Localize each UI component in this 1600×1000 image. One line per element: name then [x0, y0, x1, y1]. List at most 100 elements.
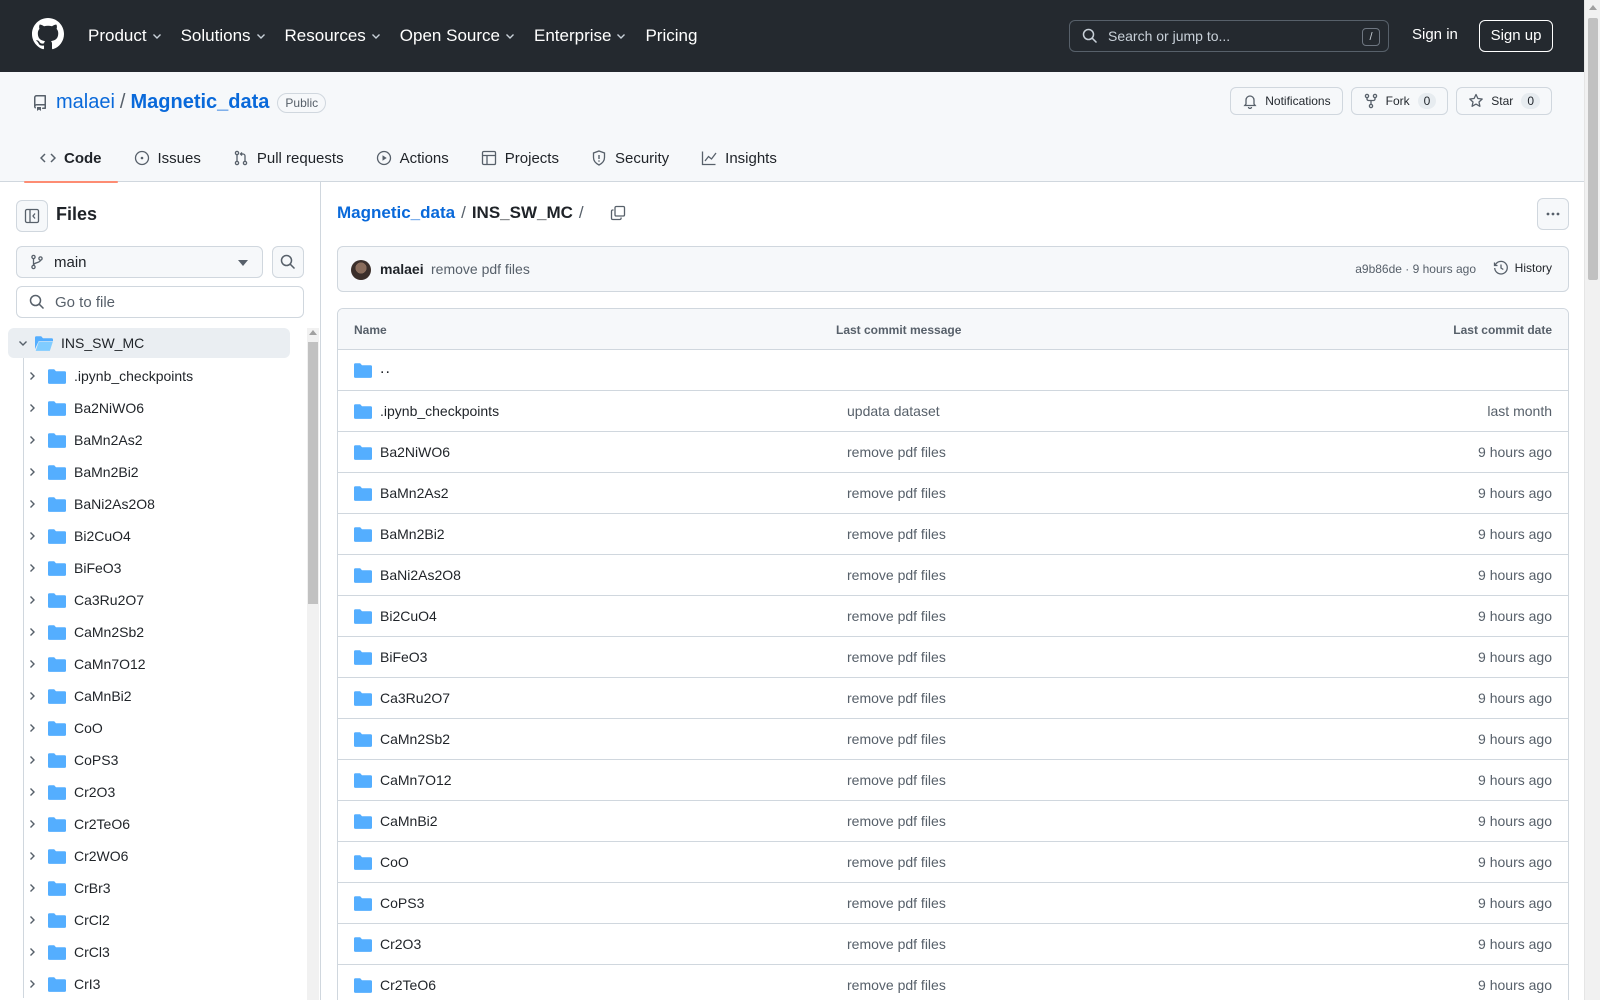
global-nav-enterprise[interactable]: Enterprise — [534, 26, 626, 46]
file-name-link[interactable]: CaMn7O12 — [380, 772, 452, 788]
sidebar-scroll-thumb[interactable] — [308, 342, 318, 604]
tab-issues[interactable]: Issues — [118, 134, 217, 182]
tree-item[interactable]: BaNi2As2O8 — [8, 488, 306, 520]
copy-path-icon[interactable] — [610, 205, 626, 221]
avatar[interactable] — [351, 260, 371, 280]
sign-in-link[interactable]: Sign in — [1412, 26, 1458, 43]
global-search-input[interactable]: Search or jump to... / — [1069, 20, 1389, 52]
file-name-link[interactable]: Ca3Ru2O7 — [380, 690, 450, 706]
global-nav-open-source[interactable]: Open Source — [400, 26, 515, 46]
file-name-link[interactable]: CoO — [380, 854, 409, 870]
chevron-right-icon[interactable] — [27, 979, 37, 989]
table-row[interactable]: Bi2CuO4 remove pdf files 9 hours ago — [338, 596, 1568, 637]
chevron-right-icon[interactable] — [27, 755, 37, 765]
chevron-right-icon[interactable] — [27, 691, 37, 701]
commit-message-link[interactable]: remove pdf files — [847, 813, 946, 829]
tree-item[interactable]: CaMn7O12 — [8, 648, 306, 680]
file-name-link[interactable]: Bi2CuO4 — [380, 608, 437, 624]
parent-directory-link[interactable]: .. — [380, 360, 391, 378]
table-row[interactable]: BaMn2Bi2 remove pdf files 9 hours ago — [338, 514, 1568, 555]
tree-item[interactable]: .ipynb_checkpoints — [8, 360, 306, 392]
chevron-right-icon[interactable] — [27, 403, 37, 413]
tree-item[interactable]: CrBr3 — [8, 872, 306, 904]
file-name-link[interactable]: CaMn2Sb2 — [380, 731, 450, 747]
file-name-link[interactable]: BaMn2As2 — [380, 485, 448, 501]
commit-message-link[interactable]: remove pdf files — [847, 854, 946, 870]
go-to-file-input[interactable]: Go to file — [16, 286, 304, 318]
chevron-right-icon[interactable] — [27, 883, 37, 893]
commit-message-link[interactable]: remove pdf files — [847, 690, 946, 706]
tree-item[interactable]: Cr2O3 — [8, 776, 306, 808]
global-nav-product[interactable]: Product — [88, 26, 162, 46]
chevron-right-icon[interactable] — [27, 627, 37, 637]
tab-security[interactable]: Security — [575, 134, 685, 182]
tab-projects[interactable]: Projects — [465, 134, 575, 182]
global-nav-pricing[interactable]: Pricing — [645, 26, 697, 46]
commit-hash-and-time[interactable]: a9b86de · 9 hours ago — [1355, 262, 1476, 276]
chevron-right-icon[interactable] — [27, 947, 37, 957]
file-name-link[interactable]: BaMn2Bi2 — [380, 526, 445, 542]
commit-message-link[interactable]: remove pdf files — [847, 567, 946, 583]
file-name-link[interactable]: Cr2O3 — [380, 936, 421, 952]
tree-item[interactable]: BaMn2Bi2 — [8, 456, 306, 488]
table-row[interactable]: CoPS3 remove pdf files 9 hours ago — [338, 883, 1568, 924]
chevron-right-icon[interactable] — [27, 723, 37, 733]
chevron-right-icon[interactable] — [27, 563, 37, 573]
chevron-down-icon[interactable] — [18, 338, 28, 348]
chevron-right-icon[interactable] — [27, 371, 37, 381]
tab-pull-requests[interactable]: Pull requests — [217, 134, 360, 182]
branch-selector[interactable]: main — [16, 246, 263, 278]
global-nav-resources[interactable]: Resources — [285, 26, 381, 46]
tree-item[interactable]: CrCl2 — [8, 904, 306, 936]
scroll-up-arrow-icon[interactable] — [309, 330, 317, 335]
tree-item[interactable]: CoO — [8, 712, 306, 744]
commit-message-link[interactable]: remove pdf files — [847, 936, 946, 952]
tab-actions[interactable]: Actions — [360, 134, 465, 182]
tree-item[interactable]: Bi2CuO4 — [8, 520, 306, 552]
file-name-link[interactable]: BiFeO3 — [380, 649, 427, 665]
tree-item[interactable]: Cr2TeO6 — [8, 808, 306, 840]
tree-item[interactable]: Ba2NiWO6 — [8, 392, 306, 424]
repo-owner-link[interactable]: malaei — [56, 91, 115, 114]
chevron-right-icon[interactable] — [27, 595, 37, 605]
commit-message-link[interactable]: remove pdf files — [847, 895, 946, 911]
sidebar-search-button[interactable] — [272, 246, 304, 278]
page-scrollbar[interactable] — [1584, 0, 1600, 1000]
github-logo-icon[interactable] — [32, 18, 64, 50]
tab-insights[interactable]: Insights — [685, 134, 793, 182]
tab-code[interactable]: Code — [24, 134, 118, 183]
tree-item[interactable]: CaMnBi2 — [8, 680, 306, 712]
commit-message-link[interactable]: remove pdf files — [847, 444, 946, 460]
commit-message-link[interactable]: remove pdf files — [847, 608, 946, 624]
tree-item[interactable]: CrI3 — [8, 968, 306, 1000]
table-row[interactable]: BaMn2As2 remove pdf files 9 hours ago — [338, 473, 1568, 514]
repo-name-link[interactable]: Magnetic_data — [130, 91, 269, 114]
chevron-right-icon[interactable] — [27, 787, 37, 797]
scroll-up-arrow-icon[interactable] — [1589, 5, 1597, 10]
tree-item[interactable]: CaMn2Sb2 — [8, 616, 306, 648]
file-name-link[interactable]: Cr2TeO6 — [380, 977, 436, 993]
sign-up-button[interactable]: Sign up — [1479, 20, 1553, 52]
file-name-link[interactable]: CaMnBi2 — [380, 813, 438, 829]
notifications-button[interactable]: Notifications — [1230, 87, 1343, 115]
table-row[interactable]: Ba2NiWO6 remove pdf files 9 hours ago — [338, 432, 1568, 473]
file-name-link[interactable]: BaNi2As2O8 — [380, 567, 461, 583]
tree-item[interactable]: BiFeO3 — [8, 552, 306, 584]
commit-message-link[interactable]: remove pdf files — [847, 977, 946, 993]
star-button[interactable]: Star 0 — [1456, 87, 1552, 115]
tree-item[interactable]: CrCl3 — [8, 936, 306, 968]
chevron-right-icon[interactable] — [27, 531, 37, 541]
table-row[interactable]: Cr2TeO6 remove pdf files 9 hours ago — [338, 965, 1568, 1000]
commit-message-link[interactable]: remove pdf files — [847, 731, 946, 747]
page-scroll-thumb[interactable] — [1588, 18, 1598, 280]
file-name-link[interactable]: .ipynb_checkpoints — [380, 403, 499, 419]
fork-button[interactable]: Fork 0 — [1350, 87, 1449, 115]
chevron-right-icon[interactable] — [27, 467, 37, 477]
table-row[interactable]: BaNi2As2O8 remove pdf files 9 hours ago — [338, 555, 1568, 596]
tree-item[interactable]: Cr2WO6 — [8, 840, 306, 872]
chevron-right-icon[interactable] — [27, 659, 37, 669]
commit-author-link[interactable]: malaei — [380, 261, 424, 277]
commit-message-link[interactable]: remove pdf files — [431, 261, 530, 277]
chevron-right-icon[interactable] — [27, 499, 37, 509]
parent-directory-row[interactable]: .. — [338, 350, 1568, 391]
